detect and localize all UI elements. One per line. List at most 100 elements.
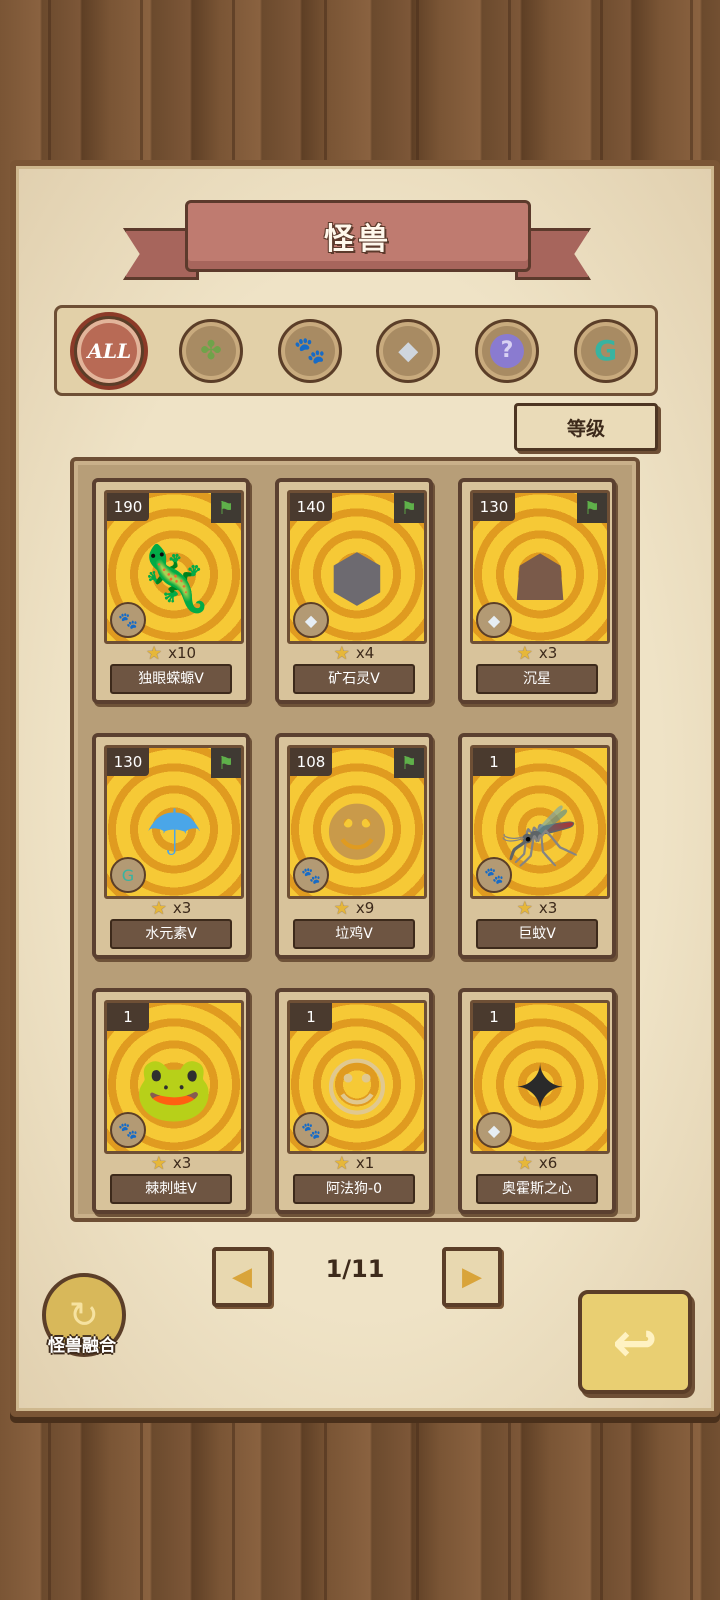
g-rune-icon: G	[594, 334, 618, 367]
monster-name: 水元素V	[110, 919, 232, 949]
star-icon: ★	[333, 897, 350, 919]
card-artwork: ✦ 1 ◆	[470, 1000, 610, 1154]
card-count: x3	[172, 1154, 192, 1172]
back-button[interactable]: ↩	[578, 1290, 692, 1394]
leaf-icon: ✤	[200, 335, 222, 366]
bunny-girl-icon: ☺	[323, 1051, 391, 1126]
filter-beast-button[interactable]: 🐾	[277, 318, 342, 383]
filter-mineral-button[interactable]: ◆	[376, 318, 441, 383]
crystal-icon: ◆	[293, 602, 329, 638]
monster-card[interactable]: ☺ 1 🐾 ★ x1 阿法狗-0	[275, 988, 433, 1214]
star-count: ★ x6	[462, 1152, 612, 1174]
prev-page-button[interactable]: ◀	[212, 1247, 272, 1307]
filter-plant-button[interactable]: ✤	[178, 318, 243, 383]
monster-name: 独眼蝾螈V	[110, 664, 232, 694]
stone-giant-icon: ☗	[511, 541, 569, 616]
level-badge: 108	[290, 748, 332, 776]
level-badge: 130	[473, 493, 515, 521]
star-icon: ★	[150, 1152, 167, 1174]
star-icon: ★	[516, 642, 533, 664]
monster-name: 矿石灵V	[293, 664, 415, 694]
star-count: ★ x3	[96, 1152, 246, 1174]
monster-name: 棘刺蛙V	[110, 1174, 232, 1204]
level-badge: 130	[107, 748, 149, 776]
paw-icon: 🐾	[293, 857, 329, 893]
star-count: ★ x10	[96, 642, 246, 664]
rock-golem-icon: ⬢	[329, 541, 385, 616]
monster-name: 巨蚊V	[476, 919, 598, 949]
level-badge: 1	[107, 1003, 149, 1031]
blond-boy-icon: ☻	[323, 796, 391, 871]
monster-card[interactable]: 🦟 1 🐾 ★ x3 巨蚊V	[458, 733, 616, 959]
star-count: ★ x9	[279, 897, 429, 919]
card-count: x9	[355, 899, 375, 917]
filter-all-button[interactable]: ALL	[74, 315, 145, 386]
paw-icon: 🐾	[293, 335, 326, 366]
level-badge: 1	[473, 748, 515, 776]
card-artwork: ☻ 108 ⚑ 🐾	[287, 745, 427, 899]
star-icon: ★	[150, 897, 167, 919]
monster-card[interactable]: ✦ 1 ◆ ★ x6 奥霍斯之心	[458, 988, 616, 1214]
monster-card[interactable]: ☻ 108 ⚑ 🐾 ★ x9 垃鸡V	[275, 733, 433, 959]
star-icon: ★	[333, 642, 350, 664]
card-artwork: ☂ 130 ⚑ G	[104, 745, 244, 899]
sort-by-level-button[interactable]: 等级	[514, 403, 658, 451]
monster-name: 阿法狗-0	[293, 1174, 415, 1204]
page-title: 怪兽	[324, 222, 392, 257]
flag-icon: ⚑	[577, 493, 607, 523]
monster-fusion-button[interactable]: ↻ 怪兽融合	[36, 1273, 128, 1365]
next-arrow-icon: ▶	[462, 1262, 482, 1292]
monster-name: 沉星	[476, 664, 598, 694]
monster-card[interactable]: 🐸 1 🐾 ★ x3 棘刺蛙V	[92, 988, 250, 1214]
water-girl-icon: ☂	[145, 796, 203, 871]
crystal-icon: ◆	[398, 335, 419, 366]
card-count: x1	[355, 1154, 375, 1172]
monster-name: 垃鸡V	[293, 919, 415, 949]
monster-card[interactable]: ☗ 130 ⚑ ◆ ★ x3 沉星	[458, 478, 616, 704]
category-filter-bar: ALL ✤ 🐾 ◆ ? G	[54, 305, 658, 396]
flag-icon: ⚑	[211, 748, 241, 778]
monster-card[interactable]: ☂ 130 ⚑ G ★ x3 水元素V	[92, 733, 250, 959]
lava-spirit-icon: ✦	[513, 1051, 567, 1126]
question-icon: ?	[489, 333, 524, 368]
card-artwork: ☺ 1 🐾	[287, 1000, 427, 1154]
card-count: x3	[538, 644, 558, 662]
g-rune-icon: G	[110, 857, 146, 893]
paw-icon: 🐾	[293, 1112, 329, 1148]
card-artwork: 🦎 190 ⚑ 🐾	[104, 490, 244, 644]
prev-arrow-icon: ◀	[232, 1262, 252, 1292]
paw-icon: 🐾	[110, 1112, 146, 1148]
card-count: x4	[355, 644, 375, 662]
level-badge: 140	[290, 493, 332, 521]
level-badge: 1	[473, 1003, 515, 1031]
star-count: ★ x3	[462, 642, 612, 664]
return-arrow-icon: ↩	[612, 1310, 658, 1374]
salamander-icon: 🦎	[134, 542, 214, 617]
card-count: x3	[538, 899, 558, 917]
card-count: x10	[168, 644, 197, 662]
flag-icon: ⚑	[394, 493, 424, 523]
star-icon: ★	[516, 1152, 533, 1174]
next-page-button[interactable]: ▶	[442, 1247, 502, 1307]
monster-card[interactable]: ⬢ 140 ⚑ ◆ ★ x4 矿石灵V	[275, 478, 433, 704]
filter-unknown-button[interactable]: ?	[474, 318, 539, 383]
toad-icon: 🐸	[134, 1052, 214, 1127]
monster-card[interactable]: 🦎 190 ⚑ 🐾 ★ x10 独眼蝾螈V	[92, 478, 250, 704]
card-count: x3	[172, 899, 192, 917]
all-icon: ALL	[87, 338, 132, 363]
card-count: x6	[538, 1154, 558, 1172]
fusion-label: 怪兽融合	[48, 1336, 116, 1356]
level-badge: 190	[107, 493, 149, 521]
filter-element-button[interactable]: G	[573, 318, 638, 383]
paw-icon: 🐾	[476, 857, 512, 893]
card-artwork: 🦟 1 🐾	[470, 745, 610, 899]
star-count: ★ x3	[462, 897, 612, 919]
star-count: ★ x4	[279, 642, 429, 664]
star-icon: ★	[516, 897, 533, 919]
star-icon: ★	[333, 1152, 350, 1174]
star-count: ★ x1	[279, 1152, 429, 1174]
star-count: ★ x3	[96, 897, 246, 919]
paw-icon: 🐾	[110, 602, 146, 638]
title-ribbon: 怪兽	[185, 200, 531, 272]
monster-name: 奥霍斯之心	[476, 1174, 598, 1204]
